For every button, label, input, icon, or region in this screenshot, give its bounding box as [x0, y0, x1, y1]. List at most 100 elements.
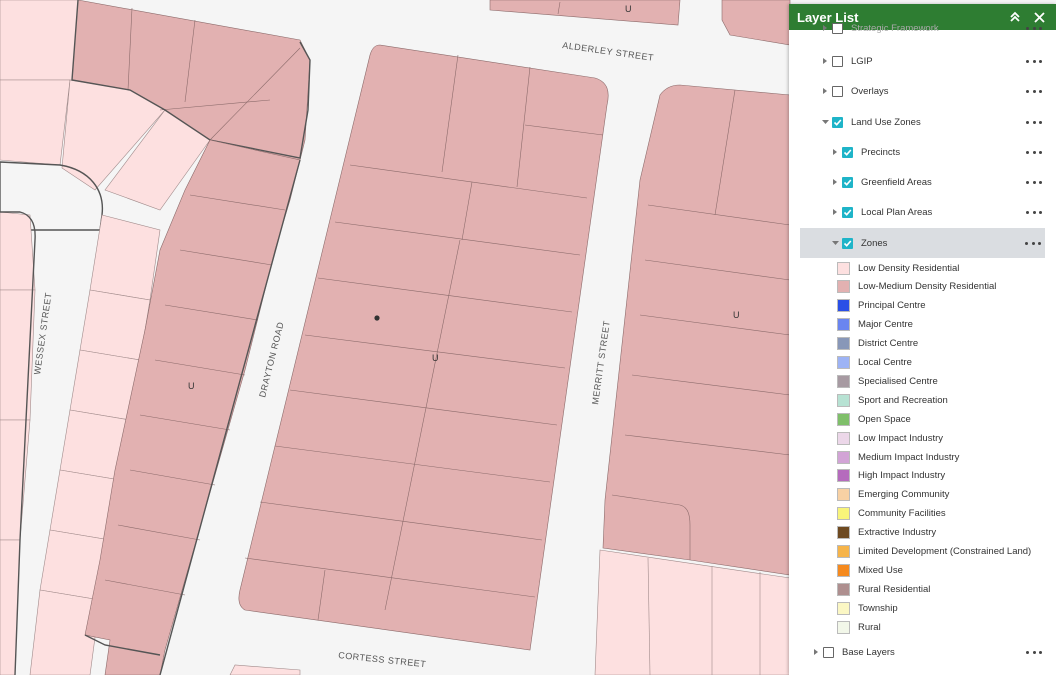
legend-label: High Impact Industry [858, 470, 946, 482]
location-marker [374, 315, 380, 321]
legend-item: Rural Residential [837, 580, 930, 598]
legend-swatch [837, 545, 850, 558]
layer-row-precincts[interactable]: Precincts [789, 137, 1046, 167]
unit-label: U [733, 310, 740, 320]
more-options-icon[interactable] [1025, 238, 1041, 248]
legend-swatch [837, 507, 850, 521]
caret-right-icon[interactable] [820, 86, 830, 96]
layer-row-overlays[interactable]: Overlays [789, 76, 1046, 106]
legend-label: Low-Medium Density Residential [858, 281, 997, 293]
legend-item: Local Centre [837, 354, 912, 372]
more-options-icon[interactable] [1026, 177, 1042, 187]
legend-swatch [837, 356, 850, 369]
legend-item: District Centre [837, 335, 918, 353]
legend-item: Emerging Community [837, 486, 949, 504]
layer-row-land-use-zones[interactable]: Land Use Zones [789, 107, 1046, 137]
legend-swatch [837, 337, 850, 351]
layer-label: Zones [861, 237, 888, 249]
legend-label: Local Centre [858, 357, 912, 368]
layer-checkbox[interactable] [842, 176, 853, 188]
legend-label: Medium Impact Industry [858, 451, 960, 463]
legend-label: Specialised Centre [858, 375, 938, 387]
legend-swatch [837, 601, 850, 615]
more-options-icon[interactable] [1026, 117, 1042, 127]
legend-item: Principal Centre [837, 297, 926, 315]
legend-swatch [837, 299, 850, 313]
legend-swatch [837, 318, 850, 332]
unit-label: U [188, 381, 195, 391]
layer-list-panel: Layer List Strategic Framework LGIP Over… [789, 4, 1056, 675]
legend-item: Rural [837, 618, 881, 636]
unit-label: U [432, 353, 439, 363]
layer-row-greenfield-areas[interactable]: Greenfield Areas [789, 167, 1046, 197]
legend-label: Sport and Recreation [858, 394, 948, 406]
layer-label: Precincts [861, 146, 901, 158]
legend-label: Mixed Use [858, 564, 903, 576]
layer-row-zones[interactable]: Zones [800, 228, 1045, 258]
layer-checkbox[interactable] [823, 646, 834, 658]
legend-item: Medium Impact Industry [837, 448, 959, 466]
caret-right-icon[interactable] [830, 177, 840, 187]
legend-swatch [837, 620, 850, 634]
legend-swatch [837, 431, 850, 445]
legend-item: Low-Medium Density Residential [837, 278, 996, 296]
layer-checkbox[interactable] [842, 146, 853, 158]
layer-label: Land Use Zones [851, 116, 921, 128]
layer-checkbox[interactable] [832, 85, 843, 97]
legend-swatch [837, 261, 850, 275]
more-options-icon[interactable] [1026, 207, 1042, 217]
legend-label: Rural Residential [858, 583, 931, 595]
layer-row-base-layers[interactable]: Base Layers [789, 637, 1046, 667]
more-options-icon[interactable] [1026, 647, 1042, 657]
legend-swatch [837, 563, 850, 577]
layer-checkbox[interactable] [832, 55, 843, 67]
caret-down-icon[interactable] [830, 238, 840, 248]
caret-right-icon[interactable] [830, 147, 840, 157]
layer-checkbox[interactable] [842, 206, 853, 218]
caret-right-icon[interactable] [820, 56, 830, 66]
layer-checkbox[interactable] [832, 116, 843, 128]
layer-row-lgip[interactable]: LGIP [789, 46, 1046, 76]
caret-right-icon[interactable] [811, 647, 821, 657]
caret-down-icon[interactable] [820, 117, 830, 127]
caret-right-icon[interactable] [830, 207, 840, 217]
legend-item: Extractive Industry [837, 524, 936, 542]
legend-label: Low Impact Industry [858, 432, 944, 444]
legend-swatch [837, 393, 850, 407]
more-options-icon[interactable] [1026, 23, 1042, 33]
more-options-icon[interactable] [1026, 56, 1042, 66]
more-options-icon[interactable] [1026, 86, 1042, 96]
layer-label: LGIP [851, 55, 873, 67]
legend-label: Low Density Residential [858, 262, 960, 274]
legend-label: Emerging Community [858, 489, 950, 501]
legend-swatch [837, 526, 850, 540]
legend-label: Rural [858, 621, 881, 633]
legend-swatch [837, 469, 850, 483]
layer-checkbox[interactable] [842, 237, 853, 249]
legend-item: Low Density Residential [837, 259, 959, 277]
legend-label: Open Space [858, 413, 911, 425]
legend-item: Low Impact Industry [837, 429, 943, 447]
legend-label: Principal Centre [858, 300, 926, 312]
layer-label: Overlays [851, 85, 889, 97]
legend-item: Limited Development (Constrained Land) [837, 543, 1031, 561]
legend-label: District Centre [858, 338, 919, 350]
legend-item: Major Centre [837, 316, 913, 334]
legend-label: Limited Development (Constrained Land) [858, 546, 1032, 557]
layer-checkbox[interactable] [832, 22, 843, 34]
legend-label: Community Facilities [858, 508, 946, 520]
legend-item: High Impact Industry [837, 467, 945, 485]
legend-label: Extractive Industry [858, 527, 937, 539]
legend-item: Sport and Recreation [837, 391, 948, 409]
legend-swatch [837, 450, 850, 464]
legend-swatch [837, 412, 850, 426]
unit-label: U [625, 4, 632, 14]
layer-label: Strategic Framework [851, 22, 939, 34]
caret-right-icon[interactable] [820, 23, 830, 33]
layer-row-strategic-framework[interactable]: Strategic Framework [789, 18, 1046, 38]
legend-swatch [837, 374, 850, 388]
more-options-icon[interactable] [1026, 147, 1042, 157]
layer-row-local-plan-areas[interactable]: Local Plan Areas [789, 197, 1046, 227]
legend-item: Open Space [837, 410, 911, 428]
layer-label: Greenfield Areas [861, 176, 932, 188]
